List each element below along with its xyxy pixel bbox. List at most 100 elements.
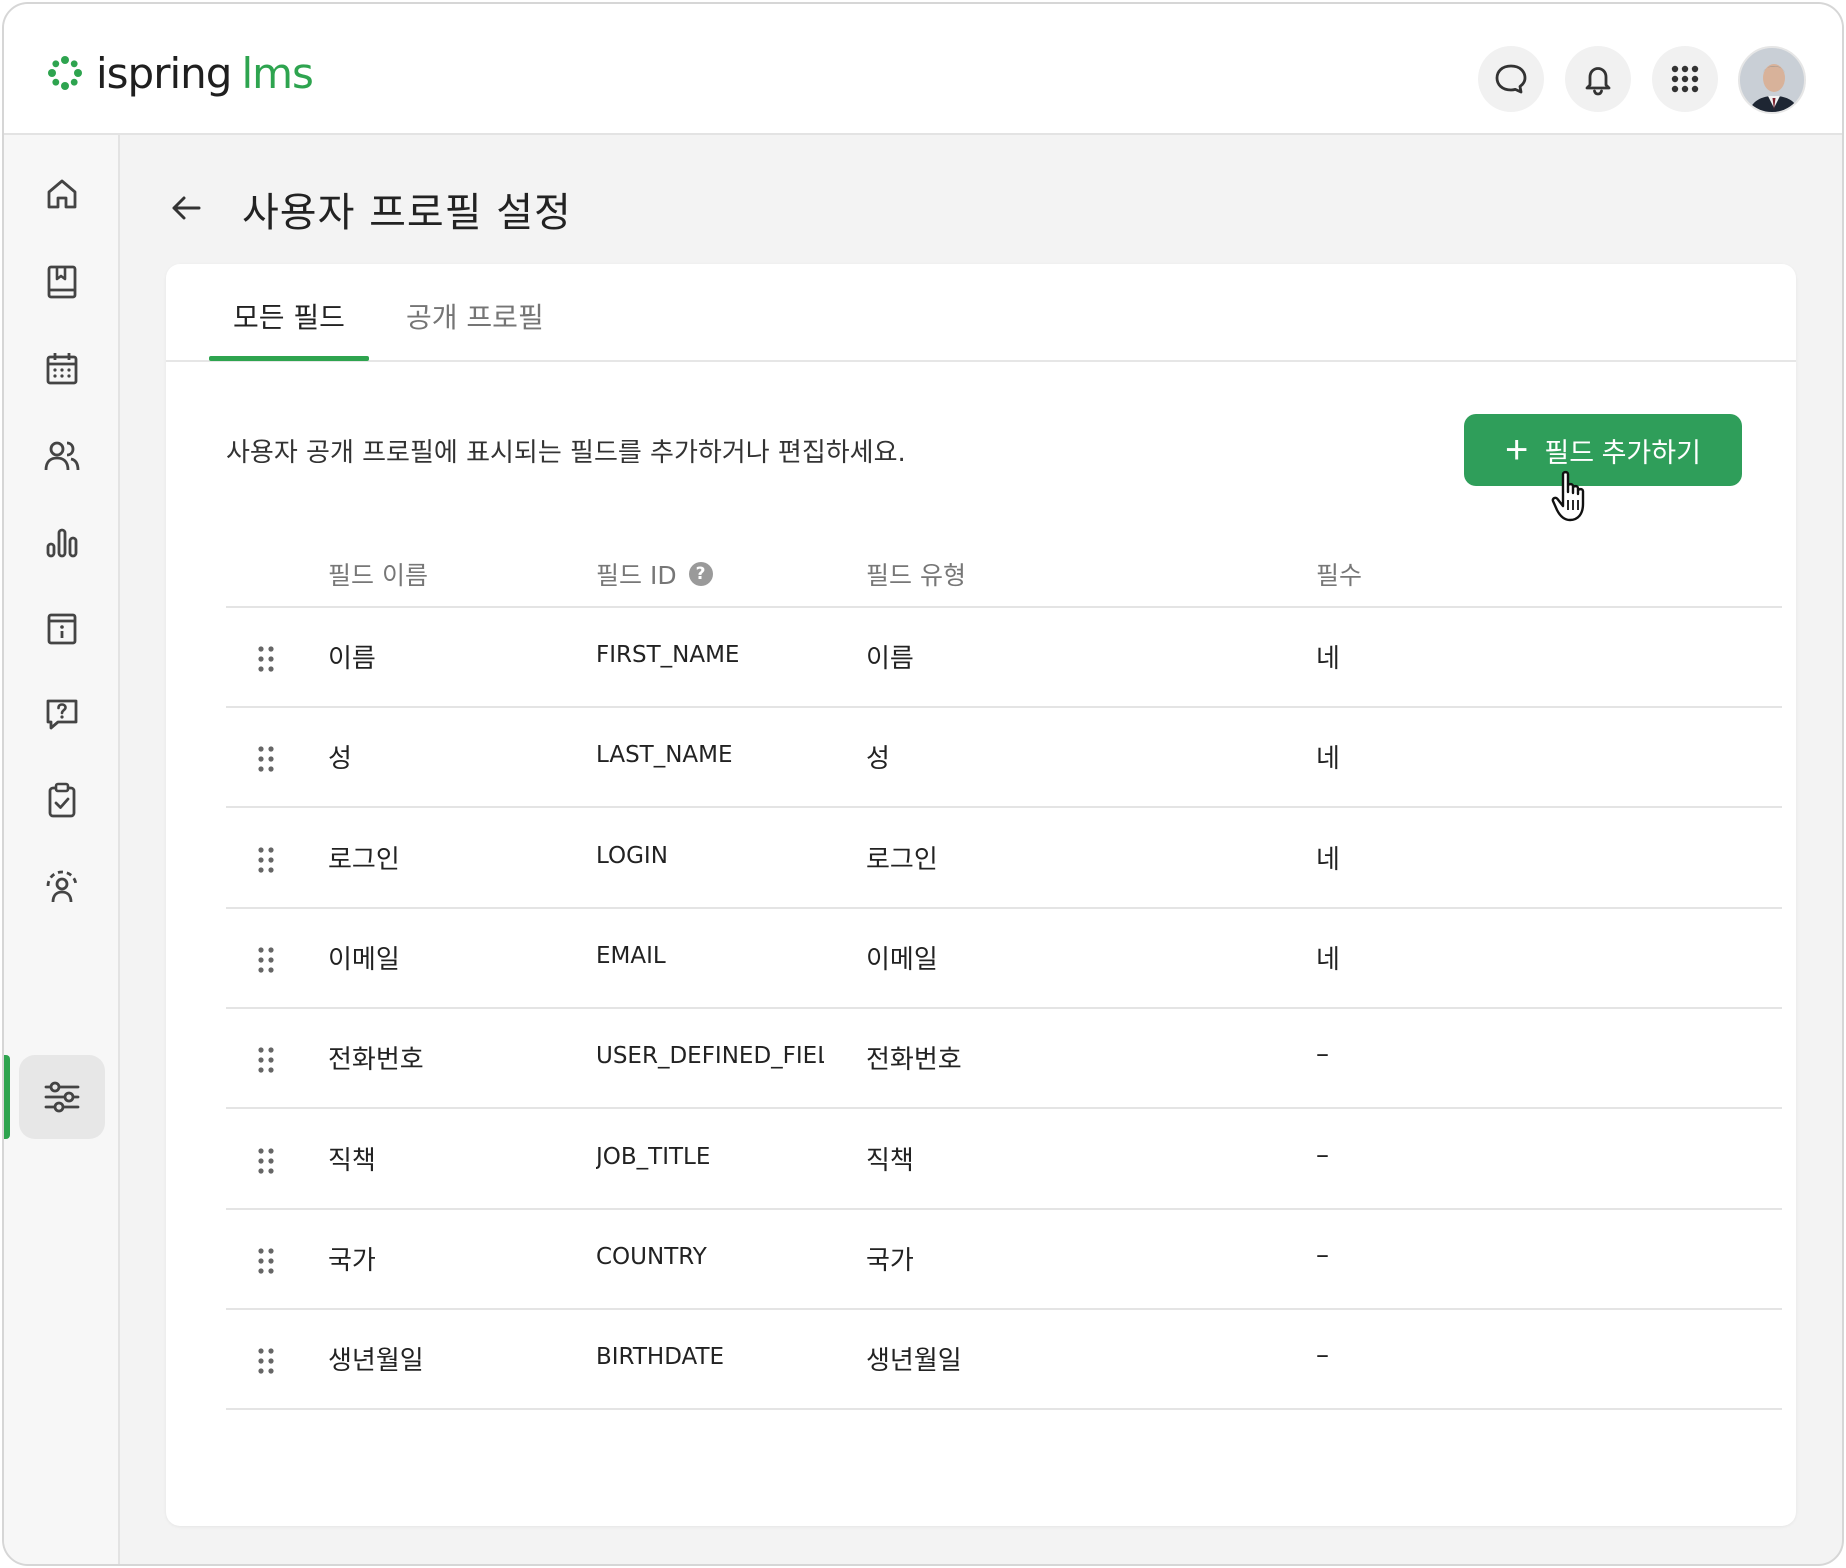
column-header-required-label: 필수 — [1316, 561, 1363, 590]
notifications-button[interactable] — [1565, 46, 1631, 112]
home-icon — [47, 179, 77, 209]
cell-field-name: 전화번호 — [328, 1045, 424, 1075]
sidebar-active-indicator — [4, 1055, 10, 1139]
tab-public-profile[interactable]: 공개 프로필 — [406, 296, 544, 336]
table-row[interactable]: 국가 COUNTRY 국가 – — [226, 1210, 1782, 1310]
supervisor-icon — [46, 870, 78, 903]
cell-field-id: USER_DEFINED_FIELD — [596, 1043, 824, 1069]
info-icon — [47, 613, 77, 645]
add-field-button[interactable]: + 필드 추가하기 — [1464, 414, 1742, 486]
sidebar-item-info[interactable] — [19, 587, 105, 671]
sidebar-item-home[interactable] — [19, 152, 105, 236]
cell-field-id: LOGIN — [596, 843, 668, 869]
page-description: 사용자 공개 프로필에 표시되는 필드를 추가하거나 편집하세요. — [226, 438, 906, 468]
cell-required: – — [1316, 1340, 1329, 1370]
cell-field-type: 이름 — [866, 644, 914, 674]
sidebar-item-courses[interactable] — [19, 240, 105, 324]
table-row[interactable]: 로그인 LOGIN 로그인 네 — [226, 809, 1782, 909]
help-icon[interactable]: ? — [688, 562, 713, 586]
settings-sliders-icon — [44, 1081, 80, 1113]
users-icon — [44, 441, 80, 471]
column-header-type-label: 필드 유형 — [866, 561, 966, 590]
drag-handle-icon[interactable] — [256, 1146, 276, 1176]
cell-field-id: EMAIL — [596, 943, 666, 969]
cell-field-id: COUNTRY — [596, 1244, 707, 1270]
sidebar-item-users[interactable] — [19, 414, 105, 498]
cell-required: – — [1316, 1240, 1329, 1270]
cell-required: 네 — [1316, 744, 1340, 774]
drag-handle-icon[interactable] — [256, 845, 276, 875]
question-icon — [46, 699, 78, 730]
table-row[interactable]: 생년월일 BIRTHDATE 생년월일 – — [226, 1310, 1782, 1410]
drag-handle-icon[interactable] — [256, 1346, 276, 1376]
table-row[interactable]: 이메일 EMAIL 이메일 네 — [226, 909, 1782, 1009]
sidebar-item-questions[interactable] — [19, 672, 105, 756]
back-arrow-icon[interactable] — [166, 188, 206, 228]
column-header-id-label: 필드 ID — [596, 561, 677, 590]
cell-field-type: 로그인 — [866, 845, 938, 875]
clipboard-check-icon — [48, 782, 76, 818]
cell-field-type: 이메일 — [866, 945, 938, 975]
hand-cursor-icon — [1551, 470, 1585, 522]
cell-field-id: LAST_NAME — [596, 742, 733, 768]
calendar-icon — [46, 353, 78, 385]
apps-grid-icon — [1671, 65, 1699, 93]
logo-mark-icon — [48, 56, 82, 90]
app-window: ispring lms 사용자 프로필 설정 모든 필드 공개 프로필 사용자 … — [2, 2, 1844, 1566]
table-row[interactable]: 이름 FIRST_NAME 이름 네 — [226, 608, 1782, 708]
apps-button[interactable] — [1652, 46, 1718, 112]
cell-required: 네 — [1316, 945, 1340, 975]
drag-handle-icon[interactable] — [256, 1045, 276, 1075]
table-row[interactable]: 성 LAST_NAME 성 네 — [226, 708, 1782, 808]
cell-field-id: FIRST_NAME — [596, 642, 740, 668]
cell-field-name: 이름 — [328, 644, 376, 674]
avatar-photo-icon — [1740, 48, 1804, 112]
fields-card: 모든 필드 공개 프로필 사용자 공개 프로필에 표시되는 필드를 추가하거나 … — [166, 264, 1796, 1526]
cell-required: – — [1316, 1140, 1329, 1170]
top-bar: ispring lms — [4, 4, 1842, 135]
sidebar-item-calendar[interactable] — [19, 327, 105, 411]
sidebar — [4, 135, 120, 1564]
cell-field-id: JOB_TITLE — [596, 1144, 711, 1170]
logo[interactable]: ispring lms — [44, 48, 314, 98]
bell-icon — [1585, 67, 1611, 96]
cell-field-type: 성 — [866, 744, 890, 774]
cell-required: 네 — [1316, 845, 1340, 875]
cell-field-name: 성 — [328, 744, 352, 774]
column-header-id: 필드 ID ? — [596, 556, 713, 592]
cell-required: 네 — [1316, 644, 1340, 674]
cell-field-name: 직책 — [328, 1146, 376, 1176]
cell-field-type: 국가 — [866, 1246, 914, 1276]
sidebar-item-settings[interactable] — [19, 1055, 105, 1139]
logo-text-ispring: ispring — [96, 48, 232, 98]
cell-field-name: 국가 — [328, 1246, 376, 1276]
column-header-name-label: 필드 이름 — [328, 561, 428, 590]
chat-icon — [1495, 64, 1527, 94]
add-field-label: 필드 추가하기 — [1544, 437, 1701, 468]
cell-required: – — [1316, 1039, 1329, 1069]
cell-field-name: 생년월일 — [328, 1346, 424, 1376]
tab-all-fields[interactable]: 모든 필드 — [233, 296, 345, 336]
chat-button[interactable] — [1478, 46, 1544, 112]
cell-field-type: 전화번호 — [866, 1045, 962, 1075]
table-row[interactable]: 직책 JOB_TITLE 직책 – — [226, 1110, 1782, 1210]
tab-bar: 모든 필드 공개 프로필 — [166, 264, 1796, 362]
sidebar-item-assignments[interactable] — [19, 758, 105, 842]
cell-field-name: 로그인 — [328, 845, 400, 875]
table-row[interactable]: 전화번호 USER_DEFINED_FIELD 전화번호 – — [226, 1009, 1782, 1109]
drag-handle-icon[interactable] — [256, 945, 276, 975]
cell-field-type: 직책 — [866, 1146, 914, 1176]
reports-icon — [46, 528, 78, 558]
drag-handle-icon[interactable] — [256, 1246, 276, 1276]
plus-icon: + — [1505, 428, 1529, 472]
user-avatar[interactable] — [1738, 46, 1806, 114]
page-title: 사용자 프로필 설정 — [242, 190, 572, 236]
book-icon — [47, 265, 77, 299]
column-header-required: 필수 — [1316, 556, 1362, 592]
sidebar-item-reports[interactable] — [19, 500, 105, 584]
cell-field-type: 생년월일 — [866, 1346, 962, 1376]
drag-handle-icon[interactable] — [256, 744, 276, 774]
sidebar-item-supervisor[interactable] — [19, 845, 105, 929]
cell-field-id: BIRTHDATE — [596, 1344, 725, 1370]
drag-handle-icon[interactable] — [256, 644, 276, 674]
